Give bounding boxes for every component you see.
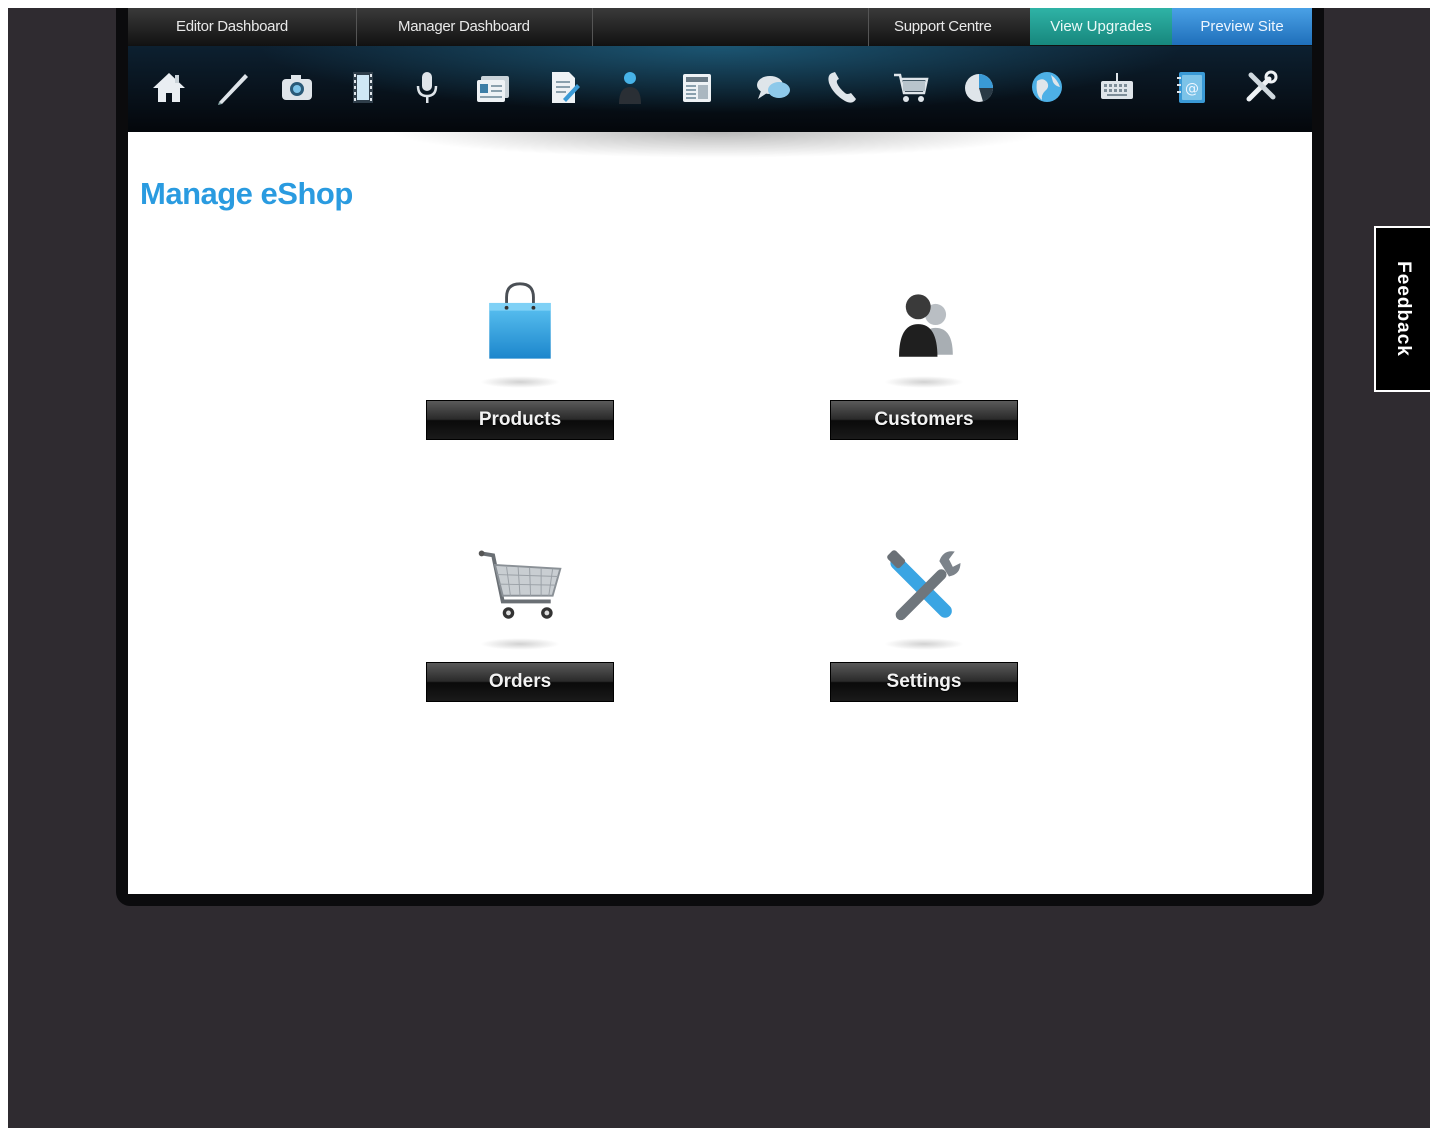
products-tile[interactable]: Products (426, 276, 614, 446)
camera-icon[interactable] (274, 64, 320, 110)
nav-divider (868, 8, 869, 46)
pie-chart-icon[interactable] (956, 64, 1002, 110)
phone-icon[interactable] (820, 64, 866, 110)
microphone-icon[interactable] (404, 64, 450, 110)
settings-tile[interactable]: Settings (830, 538, 1018, 708)
customers-icon[interactable] (874, 276, 974, 376)
content-panel: Manage eShop Products Customers Orders S… (128, 132, 1312, 894)
customers-tile[interactable]: Customers (830, 276, 1018, 446)
address-book-icon[interactable]: @ (1168, 64, 1214, 110)
film-icon[interactable] (340, 64, 386, 110)
svg-text:@: @ (1185, 81, 1199, 97)
page-title: Manage eShop (140, 176, 353, 211)
shopping-bag-icon[interactable] (470, 276, 570, 376)
globe-icon[interactable] (1024, 64, 1070, 110)
feedback-label: Feedback (1393, 261, 1414, 357)
customers-button[interactable]: Customers (830, 400, 1018, 440)
support-centre-link[interactable]: Support Centre (894, 18, 992, 35)
user-profile-icon[interactable] (606, 64, 652, 110)
icon-reflection (884, 376, 964, 388)
keyboard-icon[interactable] (1094, 64, 1140, 110)
tools-icon[interactable] (874, 538, 974, 638)
settings-button[interactable]: Settings (830, 662, 1018, 702)
manager-dashboard-link[interactable]: Manager Dashboard (398, 18, 530, 35)
settings-tools-icon[interactable] (1238, 64, 1284, 110)
orders-button[interactable]: Orders (426, 662, 614, 702)
icon-reflection (884, 638, 964, 650)
tool-icon-bar: @ (128, 46, 1312, 132)
document-edit-icon[interactable] (540, 64, 586, 110)
preview-site-button[interactable]: Preview Site (1172, 8, 1312, 45)
nav-divider (356, 8, 357, 46)
orders-tile[interactable]: Orders (426, 538, 614, 708)
products-button[interactable]: Products (426, 400, 614, 440)
home-icon[interactable] (146, 64, 192, 110)
icon-reflection (480, 376, 560, 388)
feedback-tab[interactable]: Feedback (1374, 226, 1430, 392)
view-upgrades-button[interactable]: View Upgrades (1030, 8, 1172, 45)
shopping-cart-icon[interactable] (888, 64, 934, 110)
icon-reflection (480, 638, 560, 650)
id-card-icon[interactable] (470, 64, 516, 110)
nav-divider (592, 8, 593, 46)
editor-dashboard-link[interactable]: Editor Dashboard (176, 18, 288, 35)
pen-icon[interactable] (210, 64, 256, 110)
newspaper-icon[interactable] (674, 64, 720, 110)
chat-icon[interactable] (750, 64, 796, 110)
shopping-cart-icon[interactable] (470, 538, 570, 638)
header-shadow (388, 132, 1048, 158)
